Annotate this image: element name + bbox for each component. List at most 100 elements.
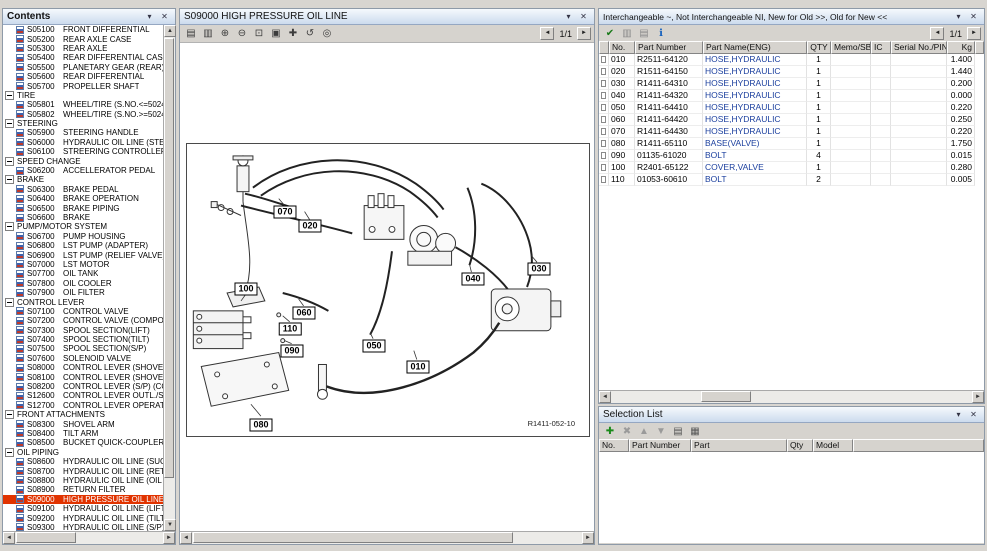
- contents-tree-item[interactable]: BRAKE: [3, 175, 163, 184]
- callout-010[interactable]: 010: [406, 361, 429, 374]
- callout-050[interactable]: 050: [362, 340, 385, 353]
- contents-tree-item[interactable]: S06800 LST PUMP (ADAPTER): [3, 241, 163, 250]
- zoom-area-icon[interactable]: ▣: [268, 26, 284, 41]
- callout-030[interactable]: 030: [527, 263, 550, 276]
- contents-tree-item[interactable]: FRONT ATTACHMENTS: [3, 410, 163, 419]
- callout-070[interactable]: 070: [273, 206, 296, 219]
- add-icon[interactable]: ✚: [602, 424, 618, 439]
- column-header[interactable]: Memo/SB: [831, 41, 871, 54]
- contents-tree-item[interactable]: S05700 PROPELLER SHAFT: [3, 81, 163, 90]
- pin-icon[interactable]: [143, 11, 156, 23]
- column-header[interactable]: Kg: [947, 41, 975, 54]
- move-down-icon[interactable]: ▼: [653, 424, 669, 439]
- contents-tree-item[interactable]: S07900 OIL FILTER: [3, 288, 163, 297]
- contents-tree-item[interactable]: PUMP/MOTOR SYSTEM: [3, 222, 163, 231]
- contents-tree-item[interactable]: S06900 LST PUMP (RELIEF VALVE): [3, 250, 163, 259]
- contents-tree-item[interactable]: S05400 REAR DIFFERENTIAL CASE: [3, 53, 163, 62]
- select-all-icon[interactable]: ✔: [602, 26, 618, 41]
- pin-icon[interactable]: [952, 11, 965, 23]
- scrollbar-thumb[interactable]: [164, 38, 174, 478]
- callout-020[interactable]: 020: [298, 220, 321, 233]
- parts-horizontal-scrollbar[interactable]: [599, 390, 984, 403]
- callout-080[interactable]: 080: [249, 419, 272, 432]
- close-icon[interactable]: [158, 11, 171, 23]
- contents-tree-item[interactable]: S05802 WHEEL/TIRE (S.NO.>=50244): [3, 110, 163, 119]
- parts-table-row[interactable]: 110 01053-60610 BOLT 2 0.005: [599, 174, 984, 186]
- info-icon[interactable]: ℹ: [653, 26, 669, 41]
- contents-tree-item[interactable]: S07800 OIL COOLER: [3, 279, 163, 288]
- contents-tree-item[interactable]: S05100 FRONT DIFFERENTIAL: [3, 25, 163, 34]
- contents-tree-item[interactable]: S05200 REAR AXLE CASE: [3, 34, 163, 43]
- callout-060[interactable]: 060: [292, 307, 315, 320]
- contents-tree-item[interactable]: OIL PIPING: [3, 448, 163, 457]
- remove-icon[interactable]: ✖: [619, 424, 635, 439]
- contents-tree-item[interactable]: S06700 PUMP HOUSING: [3, 232, 163, 241]
- close-icon[interactable]: [577, 11, 590, 23]
- parts-table-row[interactable]: 030 R1411-64310 HOSE,HYDRAULIC 1 0.200: [599, 78, 984, 90]
- parts-table-row[interactable]: 020 R1511-64150 HOSE,HYDRAULIC 1 1.440: [599, 66, 984, 78]
- row-select-box[interactable]: [601, 56, 606, 63]
- scrollbar-track[interactable]: [164, 37, 175, 519]
- column-header[interactable]: No.: [609, 41, 635, 54]
- contents-tree-item[interactable]: TIRE: [3, 91, 163, 100]
- scroll-up-icon[interactable]: [164, 25, 176, 37]
- column-header[interactable]: Part Number: [635, 41, 703, 54]
- print-icon[interactable]: ▤: [636, 26, 652, 41]
- contents-tree-item[interactable]: S08200 CONTROL LEVER (S/P) (COMPONENT): [3, 382, 163, 391]
- row-select-box[interactable]: [601, 104, 606, 111]
- save-icon[interactable]: ▦: [687, 424, 703, 439]
- pin-icon[interactable]: [562, 11, 575, 23]
- column-header[interactable]: Part Number: [629, 439, 691, 452]
- contents-tree-item[interactable]: S08300 SHOVEL ARM: [3, 419, 163, 428]
- copy-icon[interactable]: ▥: [619, 26, 635, 41]
- scrollbar-thumb[interactable]: [701, 391, 751, 402]
- callout-100[interactable]: 100: [234, 283, 257, 296]
- contents-tree-item[interactable]: S07300 SPOOL SECTION(LIFT): [3, 326, 163, 335]
- contents-tree-item[interactable]: S08100 CONTROL LEVER (SHOVEL) (COMPONENT…: [3, 372, 163, 381]
- contents-tree-item[interactable]: S07700 OIL TANK: [3, 269, 163, 278]
- row-select-box[interactable]: [601, 92, 606, 99]
- contents-tree-item[interactable]: S09200 HYDRAULIC OIL LINE (TILT): [3, 513, 163, 522]
- contents-tree-item[interactable]: S05801 WHEEL/TIRE (S.NO.<=50243): [3, 100, 163, 109]
- contents-tree-item[interactable]: CONTROL LEVER: [3, 297, 163, 306]
- hotspot-toggle-icon[interactable]: ◎: [319, 26, 335, 41]
- scrollbar-track[interactable]: [611, 391, 972, 403]
- parts-table-row[interactable]: 040 R1411-64320 HOSE,HYDRAULIC 1 0.000: [599, 90, 984, 102]
- row-select-box[interactable]: [601, 140, 606, 147]
- contents-tree-item[interactable]: S12700 CONTROL LEVER OPERATING: [3, 401, 163, 410]
- previous-view-icon[interactable]: ↺: [302, 26, 318, 41]
- scroll-left-icon[interactable]: [180, 532, 192, 544]
- zoom-out-icon[interactable]: ⊖: [234, 26, 250, 41]
- column-header[interactable]: Part: [691, 439, 787, 452]
- column-header[interactable]: No.: [599, 439, 629, 452]
- contents-tree-item[interactable]: S06200 ACCELLERATOR PEDAL: [3, 166, 163, 175]
- prev-page-icon[interactable]: [540, 27, 554, 40]
- scrollbar-track[interactable]: [192, 532, 582, 544]
- contents-tree-item[interactable]: S05600 REAR DIFFERENTIAL: [3, 72, 163, 81]
- contents-tree-item[interactable]: S05900 STEERING HANDLE: [3, 128, 163, 137]
- contents-tree-item[interactable]: S05300 REAR AXLE: [3, 44, 163, 53]
- column-header[interactable]: Serial No./PIN: [891, 41, 947, 54]
- contents-tree-item[interactable]: S09000 HIGH PRESSURE OIL LINE: [3, 495, 163, 504]
- parts-table-row[interactable]: 010 R2511-64120 HOSE,HYDRAULIC 1 1.400: [599, 54, 984, 66]
- callout-110[interactable]: 110: [279, 323, 302, 336]
- column-header[interactable]: Model: [813, 439, 853, 452]
- contents-horizontal-scrollbar[interactable]: [3, 531, 175, 544]
- column-header[interactable]: QTY: [807, 41, 831, 54]
- scroll-right-icon[interactable]: [163, 532, 175, 544]
- contents-tree-item[interactable]: S08000 CONTROL LEVER (SHOVEL): [3, 363, 163, 372]
- scroll-left-icon[interactable]: [3, 532, 15, 544]
- scroll-down-icon[interactable]: [164, 519, 176, 531]
- scroll-left-icon[interactable]: [599, 391, 611, 403]
- contents-tree-item[interactable]: S06000 HYDRAULIC OIL LINE (STEERING): [3, 138, 163, 147]
- row-select-box[interactable]: [601, 68, 606, 75]
- column-header[interactable]: Part Name(ENG): [703, 41, 807, 54]
- parts-table-row[interactable]: 090 01135-61020 BOLT 4 0.015: [599, 150, 984, 162]
- print-icon[interactable]: ▤: [183, 26, 199, 41]
- parts-table-row[interactable]: 050 R1411-64410 HOSE,HYDRAULIC 1 0.220: [599, 102, 984, 114]
- row-select-box[interactable]: [601, 80, 606, 87]
- parts-table-row[interactable]: 080 R1411-65110 BASE(VALVE) 1 1.750: [599, 138, 984, 150]
- contents-tree-item[interactable]: S06100 STREERING CONTROLLER: [3, 147, 163, 156]
- contents-tree-item[interactable]: S07100 CONTROL VALVE: [3, 307, 163, 316]
- diagram-horizontal-scrollbar[interactable]: [180, 531, 594, 544]
